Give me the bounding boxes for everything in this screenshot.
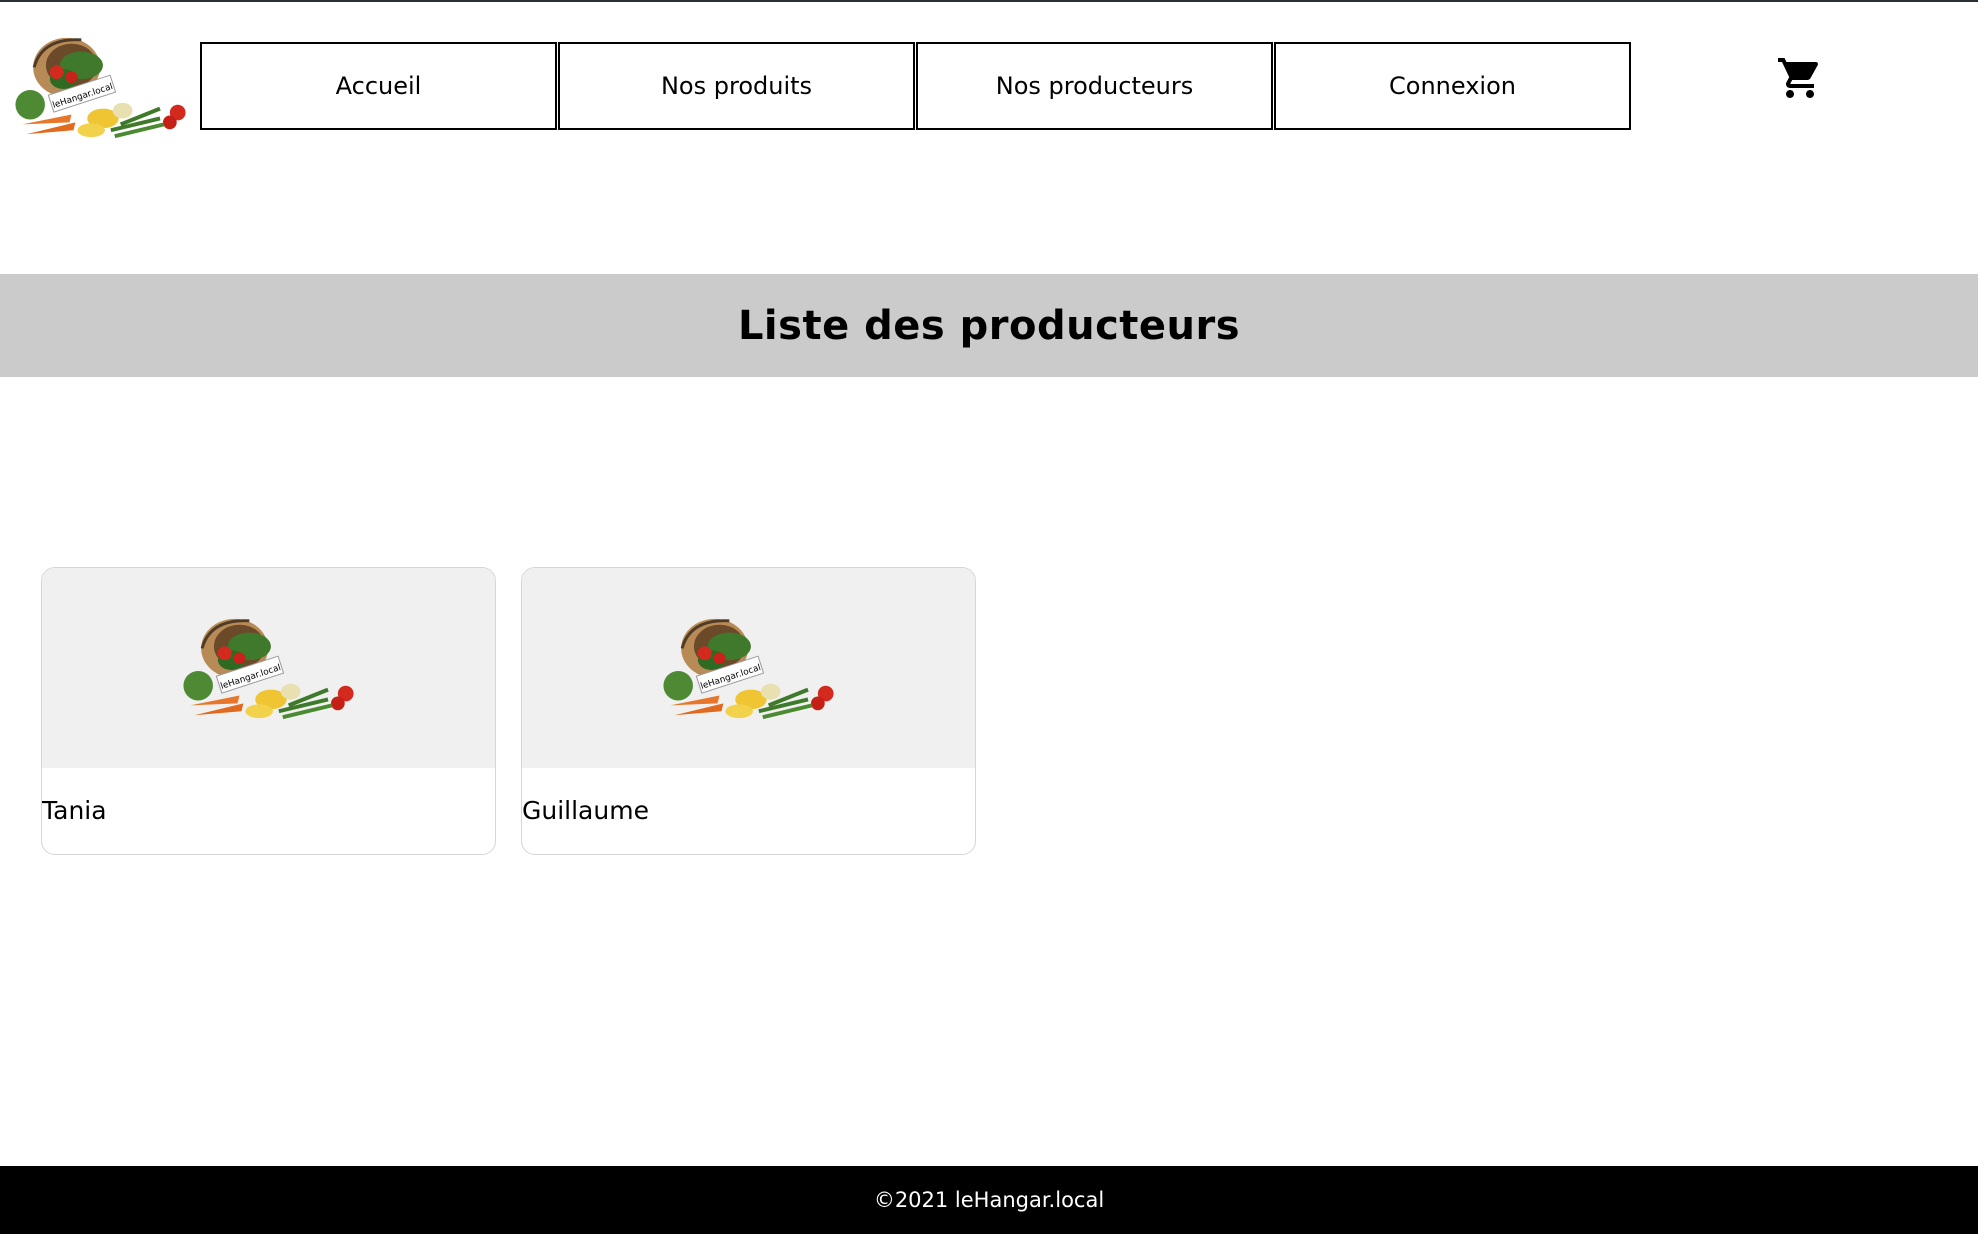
producer-card[interactable]: leHangar.local Guillaume — [521, 567, 976, 855]
vegetable-basket-logo-image: leHangar.local — [10, 28, 192, 146]
nav-nos-producteurs[interactable]: Nos producteurs — [916, 42, 1273, 130]
shopping-cart-icon — [1778, 58, 1819, 98]
site-logo[interactable]: leHangar.local — [10, 28, 192, 146]
nav-accueil[interactable]: Accueil — [200, 42, 557, 130]
cart-button[interactable] — [1776, 54, 1824, 102]
vegetable-basket-image: leHangar.local — [659, 609, 839, 727]
nav-nos-produits[interactable]: Nos produits — [558, 42, 915, 130]
producer-name: Guillaume — [522, 796, 649, 825]
producer-image: leHangar.local — [42, 568, 495, 768]
nav-connexion[interactable]: Connexion — [1274, 42, 1631, 130]
main-navigation: Accueil Nos produits Nos producteurs Con… — [200, 42, 1631, 130]
producer-image: leHangar.local — [522, 568, 975, 768]
page-title-banner: Liste des producteurs — [0, 274, 1978, 377]
vegetable-basket-image: leHangar.local — [179, 609, 359, 727]
footer: ©2021 leHangar.local — [0, 1166, 1978, 1234]
producer-name: Tania — [42, 796, 107, 825]
footer-copyright: ©2021 leHangar.local — [873, 1188, 1105, 1212]
page-title: Liste des producteurs — [737, 302, 1241, 349]
producer-list: leHangar.local Tania leHangar.local Guil… — [41, 567, 976, 855]
producer-card[interactable]: leHangar.local Tania — [41, 567, 496, 855]
